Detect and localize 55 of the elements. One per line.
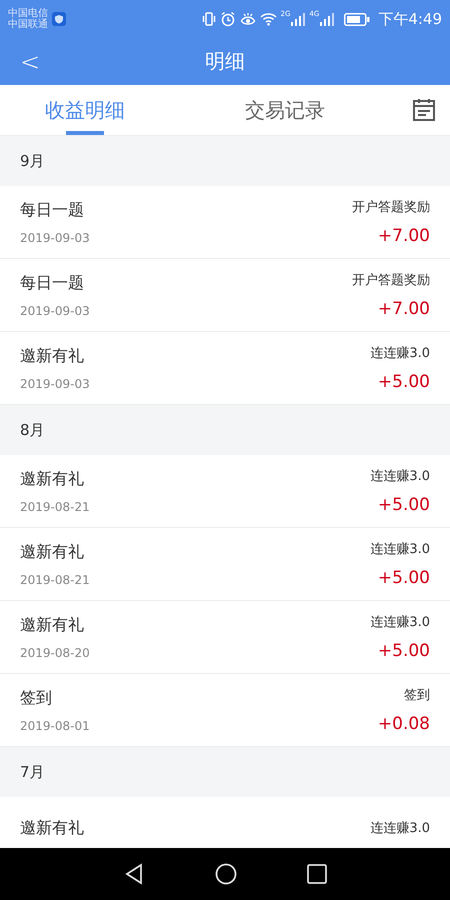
record-title: 邀新有礼 xyxy=(20,614,85,636)
record-title: 邀新有礼 xyxy=(20,818,84,838)
record-date: 2019-08-21 xyxy=(20,500,90,514)
record-source: 开户答题奖励 xyxy=(352,272,430,289)
record-row[interactable]: 邀新有礼 2019-08-20 连连赚3.0 +5.00 xyxy=(0,601,450,674)
record-row[interactable]: 邀新有礼 2019-09-03 连连赚3.0 +5.00 xyxy=(0,332,450,405)
record-title: 邀新有礼 xyxy=(20,346,85,366)
carrier-name: 中国联通 xyxy=(8,19,48,30)
battery-icon xyxy=(344,12,370,26)
record-row[interactable]: 每日一题 2019-09-03 开户答题奖励 +7.00 xyxy=(0,259,450,332)
record-date: 2019-08-01 xyxy=(20,718,90,732)
record-title: 邀新有礼 xyxy=(20,542,85,562)
record-amount: +7.00 xyxy=(378,299,430,319)
back-nav-icon[interactable] xyxy=(123,863,145,885)
record-title: 签到 xyxy=(20,688,53,708)
home-nav-icon[interactable] xyxy=(215,863,237,885)
record-source: 开户答题奖励 xyxy=(352,199,430,216)
record-amount: +0.08 xyxy=(378,714,430,734)
record-row[interactable]: 邀新有礼 连连赚3.0 xyxy=(0,797,450,848)
record-amount: +5.00 xyxy=(378,372,430,392)
record-amount: +5.00 xyxy=(378,495,430,515)
record-title: 每日一题 xyxy=(20,272,85,294)
record-source: 连连赚3.0 xyxy=(370,345,430,362)
eye-icon xyxy=(240,11,256,27)
page-title: 明细 xyxy=(204,48,246,75)
record-row[interactable]: 每日一题 2019-09-03 开户答题奖励 +7.00 xyxy=(0,186,450,259)
record-amount: +5.00 xyxy=(378,641,430,661)
record-row[interactable]: 邀新有礼 2019-08-21 连连赚3.0 +5.00 xyxy=(0,455,450,528)
clock-time: 下午4:49 xyxy=(378,10,442,28)
record-amount: +7.00 xyxy=(378,226,430,246)
signal-icon xyxy=(320,12,334,26)
alarm-icon xyxy=(220,11,236,27)
calendar-icon[interactable] xyxy=(412,98,436,122)
shield-icon xyxy=(52,12,66,26)
record-source: 连连赚3.0 xyxy=(370,820,430,837)
record-date: 2019-09-03 xyxy=(20,304,90,318)
signal-icon xyxy=(291,12,306,26)
record-title: 邀新有礼 xyxy=(20,468,85,490)
vibrate-icon xyxy=(202,11,216,27)
record-row[interactable]: 签到 2019-08-01 签到 +0.08 xyxy=(0,674,450,747)
record-source: 连连赚3.0 xyxy=(370,468,430,485)
record-row[interactable]: 邀新有礼 2019-08-21 连连赚3.0 +5.00 xyxy=(0,528,450,601)
record-date: 2019-08-20 xyxy=(20,646,90,660)
record-date: 2019-08-21 xyxy=(20,572,90,586)
record-title: 每日一题 xyxy=(20,200,85,220)
recents-nav-icon[interactable] xyxy=(307,864,327,884)
record-date: 2019-09-03 xyxy=(20,230,90,244)
wifi-icon xyxy=(260,12,277,26)
record-source: 连连赚3.0 xyxy=(370,614,430,631)
record-source: 连连赚3.0 xyxy=(370,541,430,558)
carrier-name: 中国电信 xyxy=(8,8,48,19)
record-amount: +5.00 xyxy=(378,568,430,588)
record-source: 签到 xyxy=(404,687,430,704)
record-date: 2019-09-03 xyxy=(20,376,90,390)
tab[interactable]: 交易记录 xyxy=(170,85,400,135)
